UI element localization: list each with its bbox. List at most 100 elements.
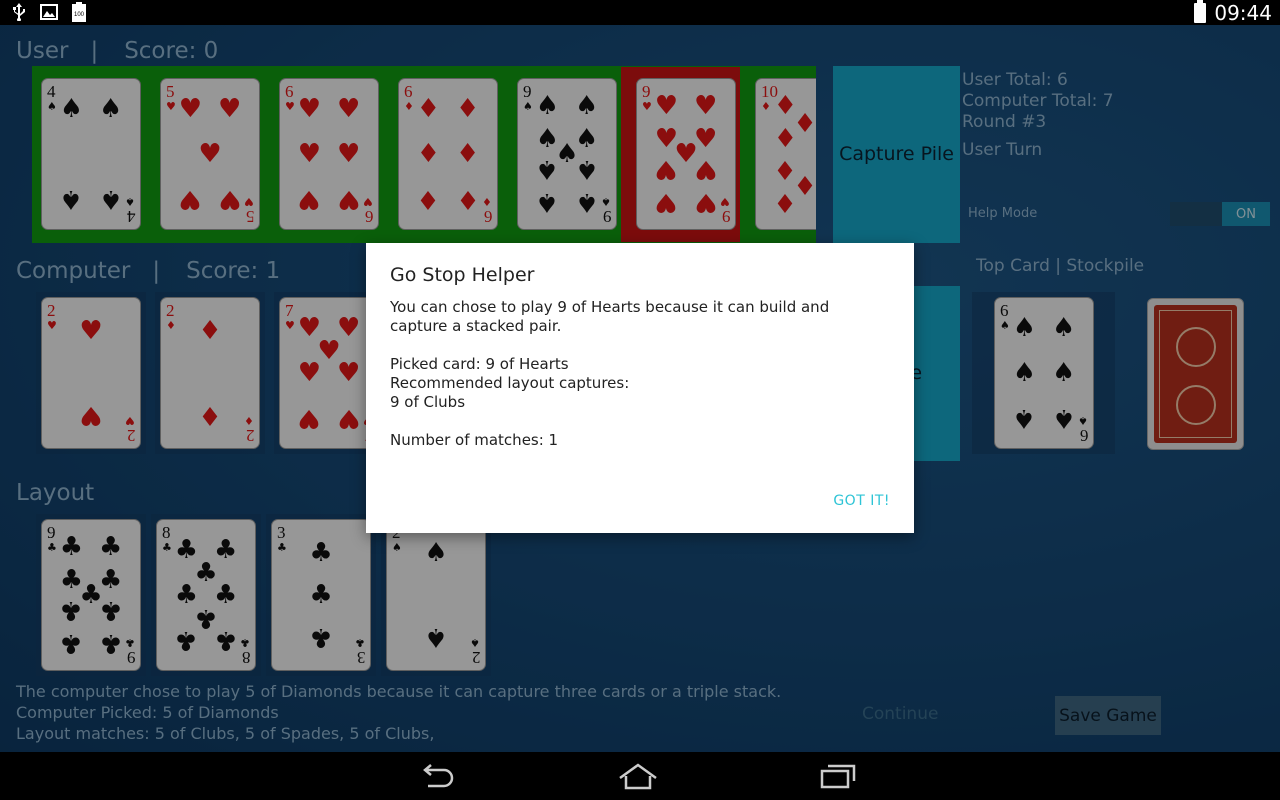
card-7-of-hearts[interactable]: 7♥7♥♥♥♥♥♥♥♥ (279, 297, 379, 449)
navigation-bar (0, 752, 1280, 800)
card-rank: 6 (1000, 301, 1009, 320)
card-8-of-clubs[interactable]: 8 ♣ 8 ♣ ♣ ♣ ♣ ♣ ♣ ♣ ♣ ♣ (156, 519, 256, 671)
help-mode-toggle[interactable]: ON (1170, 202, 1270, 226)
log-line: The computer chose to play 5 of Diamonds… (16, 682, 782, 701)
diamonds-pip-icon: ♦ (198, 400, 222, 430)
spades-pip-icon: ♠ (1012, 358, 1037, 388)
card-rank: 9 (721, 207, 731, 226)
diamonds-icon: ♦ (404, 100, 414, 113)
hearts-pip-icon: ♥ (297, 184, 322, 214)
spades-icon: ♠ (47, 100, 57, 113)
diamonds-pip-icon: ♦ (813, 187, 816, 217)
card-2-of-diamonds[interactable]: 2 ♦ 2 ♦ ♦ ♦ (160, 297, 260, 449)
stockpile[interactable] (1147, 298, 1244, 450)
clubs-pip-icon: ♣ (59, 532, 84, 562)
svg-text:100: 100 (74, 12, 85, 18)
clubs-pip-icon: ♣ (309, 538, 333, 568)
hearts-pip-icon: ♥ (693, 154, 718, 184)
spades-pip-icon: ♠ (98, 94, 123, 124)
spades-icon: ♠ (392, 541, 402, 554)
continue-button[interactable]: Continue (862, 704, 938, 724)
log-line: Computer Picked: 5 of Diamonds (16, 703, 279, 722)
diamonds-icon: ♦ (482, 195, 492, 208)
dialog-reason: You can chose to play 9 of Hearts becaus… (390, 298, 830, 335)
spades-pip-icon: ♠ (59, 184, 84, 214)
got-it-button[interactable]: GOT IT! (833, 493, 890, 509)
card-rank: 5 (166, 82, 175, 101)
clubs-icon: ♣ (277, 541, 287, 554)
hearts-pip-icon: ♥ (79, 316, 103, 346)
clubs-pip-icon: ♣ (213, 625, 238, 655)
computer-total: Computer Total: 7 (962, 91, 1114, 111)
card-rank: 9 (47, 523, 56, 542)
spades-pip-icon: ♠ (574, 154, 599, 184)
dialog-match-count: Number of matches: 1 (390, 431, 559, 449)
log-line: Layout matches: 5 of Clubs, 5 of Spades,… (16, 724, 435, 743)
hearts-pip-icon: ♥ (336, 403, 361, 433)
battery-100-icon: 100 (70, 2, 88, 22)
card-rank: 6 (364, 207, 374, 226)
clubs-pip-icon: ♣ (98, 532, 123, 562)
hearts-pip-icon: ♥ (336, 358, 361, 388)
clubs-icon: ♣ (240, 636, 250, 649)
hearts-pip-icon: ♥ (297, 403, 322, 433)
card-4-of-spades[interactable]: 4 ♠ 4 ♠ ♠ ♠ ♠ ♠ (41, 78, 141, 230)
card-rank: 9 (642, 82, 651, 101)
diamonds-pip-icon: ♦ (455, 184, 480, 214)
hearts-pip-icon: ♥ (693, 187, 718, 217)
diamonds-pip-icon: ♦ (416, 184, 441, 214)
spades-pip-icon: ♠ (535, 154, 560, 184)
clubs-pip-icon: ♣ (309, 622, 333, 652)
card-9-of-spades[interactable]: 9 ♠ 9 ♠ ♠ ♠ ♠ ♠ ♠ ♠ ♠ ♠ ♠ (517, 78, 617, 230)
card-rank: 8 (241, 648, 251, 667)
spades-pip-icon: ♠ (1012, 313, 1037, 343)
hearts-icon: ♥ (642, 100, 652, 113)
hearts-icon: ♥ (285, 100, 295, 113)
card-5-of-hearts[interactable]: 5 ♥ 5 ♥ ♥ ♥ ♥ ♥ ♥ (160, 78, 260, 230)
clubs-pip-icon: ♣ (98, 595, 123, 625)
spades-icon: ♠ (470, 636, 480, 649)
spades-pip-icon: ♠ (1051, 403, 1076, 433)
user-label: User (16, 38, 69, 64)
card-rank: 3 (356, 648, 366, 667)
hearts-pip-icon: ♥ (654, 91, 679, 121)
hearts-pip-icon: ♥ (297, 94, 322, 124)
spades-pip-icon: ♠ (59, 94, 84, 124)
card-9-of-hearts[interactable]: 9 ♥ 9 ♥ ♥ ♥ ♥ ♥ ♥ ♥ ♥ ♥ ♥ (636, 78, 736, 230)
dialog-title: Go Stop Helper (390, 264, 535, 286)
save-game-button[interactable]: Save Game (1055, 696, 1161, 735)
user-header: User | Score: 0 (16, 38, 219, 64)
card-rank: 2 (126, 426, 136, 445)
card-6-of-diamonds[interactable]: 6 ♦ 6 ♦ ♦ ♦ ♦ ♦ ♦ ♦ (398, 78, 498, 230)
computer-move-log: The computer chose to play 5 of Diamonds… (16, 681, 781, 744)
hearts-icon: ♥ (166, 100, 176, 113)
home-icon[interactable] (618, 762, 658, 790)
dialog-recommended: Recommended layout captures: (390, 374, 630, 392)
card-6-of-hearts[interactable]: 6 ♥ 6 ♥ ♥ ♥ ♥ ♥ ♥ ♥ (279, 78, 379, 230)
card-2-of-spades[interactable]: 2♠2♠♠♠ (386, 519, 486, 671)
card-9-of-clubs[interactable]: 9 ♣ 9 ♣ ♣ ♣ ♣ ♣ ♣ ♣ ♣ ♣ ♣ (41, 519, 141, 671)
card-rank: 6 (285, 82, 294, 101)
dialog-picked-card: Picked card: 9 of Hearts (390, 355, 569, 373)
back-icon[interactable] (418, 762, 458, 790)
card-rank: 2 (245, 426, 255, 445)
diamonds-pip-icon: ♦ (455, 94, 480, 124)
game-info: User Total: 6 Computer Total: 7 Round #3… (962, 70, 1114, 161)
clubs-pip-icon: ♣ (309, 580, 333, 610)
status-bar: 100 09:44 (0, 0, 1280, 25)
card-rank: 9 (523, 82, 532, 101)
spades-pip-icon: ♠ (535, 187, 560, 217)
hearts-icon: ♥ (720, 195, 730, 208)
card-10-of-diamonds[interactable]: 10♦10♦♦♦♦♦♦♦♦♦♦♦ (755, 78, 816, 230)
clubs-pip-icon: ♣ (59, 628, 84, 658)
user-capture-pile[interactable]: Capture Pile (833, 66, 960, 243)
card-rank: 8 (162, 523, 171, 542)
diamonds-pip-icon: ♦ (416, 139, 441, 169)
clubs-icon: ♣ (47, 541, 57, 554)
card-3-of-clubs[interactable]: 3 ♣ 3 ♣ ♣ ♣ ♣ (271, 519, 371, 671)
spades-pip-icon: ♠ (98, 184, 123, 214)
recents-icon[interactable] (818, 762, 858, 790)
hearts-pip-icon: ♥ (217, 94, 242, 124)
card-2-of-hearts[interactable]: 2 ♥ 2 ♥ ♥ ♥ (41, 297, 141, 449)
card-6-of-spades[interactable]: 6 ♠ 6 ♠ ♠ ♠ ♠ ♠ ♠ ♠ (994, 297, 1094, 449)
